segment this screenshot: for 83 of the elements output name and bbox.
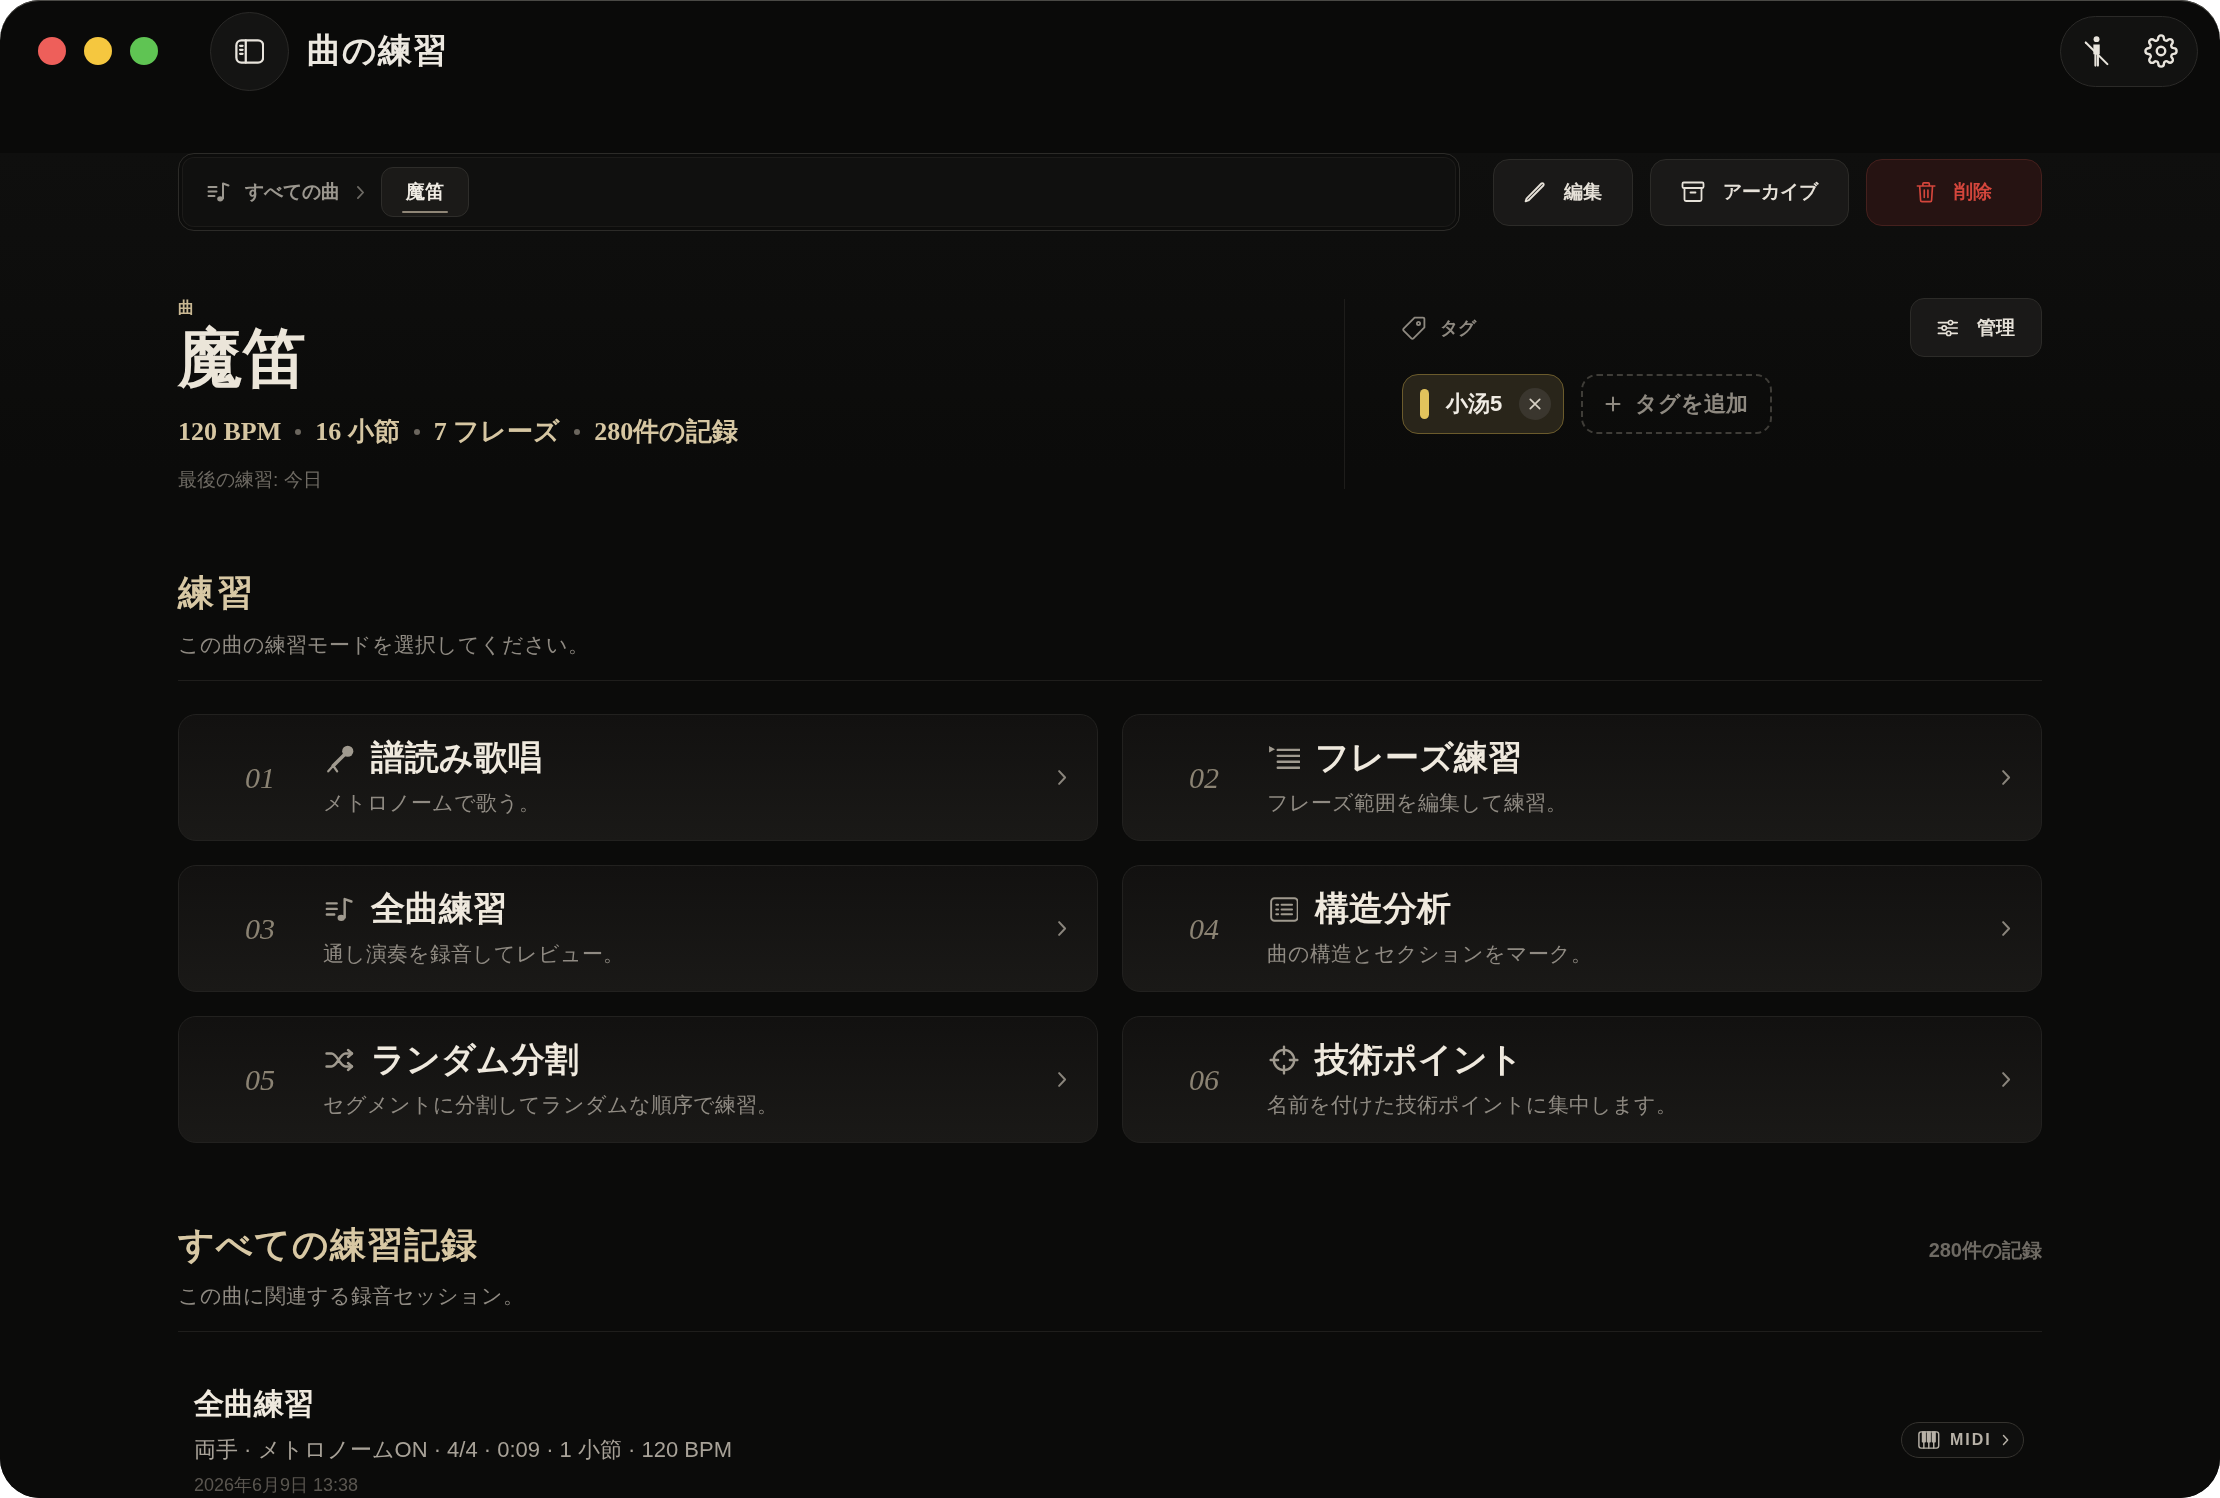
chevron-right-icon [2000,920,2011,937]
close-icon [1529,398,1542,410]
music-list-icon [207,181,231,203]
chevron-right-icon [356,184,365,200]
mode-title: フレーズ練習 [1315,738,1522,778]
practice-mode-card[interactable]: 05 ランダム分割 セグメントに分割してランダムな順序で練習。 [178,1016,1098,1143]
chevron-right-icon [2000,769,2011,786]
window-zoom-button[interactable] [130,37,158,65]
list-icon [1267,745,1301,771]
mode-description: セグメントに分割してランダムな順序で練習。 [323,1092,778,1118]
delete-button[interactable]: 削除 [1866,158,2042,226]
archive-button[interactable]: アーカイブ [1650,158,1849,226]
practice-mode-card[interactable]: 04 構造分析 曲の構造とセクションをマーク。 [1122,865,2042,992]
mode-number: 05 [245,1062,276,1097]
practice-mode-card[interactable]: 03 全曲練習 通し演奏を録音してレビュー。 [178,865,1098,992]
mode-title: ランダム分割 [371,1040,579,1080]
remove-tag-button[interactable] [1519,388,1552,420]
tag-label: 小汤5 [1446,390,1503,418]
session-details: 両手 · メトロノームON · 4/4 · 0:09 · 1 小節 · 120 BPM [194,1436,732,1464]
section-subtitle: この曲に関連する録音セッション。 [178,1283,524,1309]
separator-dot-icon [413,429,420,435]
edit-button[interactable]: 編集 [1493,158,1633,226]
mode-description: フレーズ範囲を編集して練習。 [1267,790,1567,816]
mode-title: 譜読み歌唱 [371,738,542,778]
add-tag-button[interactable]: タグを追加 [1581,374,1773,434]
chevron-right-icon [2001,1433,2009,1446]
manage-tags-button[interactable]: 管理 [1910,298,2042,357]
separator-dot-icon [295,429,302,435]
mode-number: 01 [245,760,276,795]
mode-description: 通し演奏を録音してレビュー。 [323,941,624,967]
plus-icon [1605,396,1622,412]
breadcrumb-item[interactable]: 魔笛 [381,167,469,217]
section-subtitle: この曲の練習モードを選択してください。 [178,632,589,658]
practice-mode-card[interactable]: 02 フレーズ練習 フレーズ範囲を編集して練習。 [1122,714,2042,841]
song-stat: 16 小節 [315,416,400,448]
settings-icon [2144,34,2178,68]
chevron-right-icon [1056,1071,1067,1088]
mode-title: 全曲練習 [371,889,507,929]
mode-title: 構造分析 [1315,889,1451,929]
trash-icon [1915,181,1937,203]
archive-box-icon [1681,181,1705,203]
session-title: 全曲練習 [194,1386,314,1422]
music-list-icon [325,895,355,923]
mode-description: 名前を付けた技術ポイントに集中します。 [1267,1092,1677,1118]
sliders-icon [1937,318,1959,337]
song-stat: 7 フレーズ [433,416,561,448]
song-title: 魔笛 [178,322,306,396]
song-stat: 120 BPM [178,416,282,448]
crosshair-icon [1269,1045,1299,1075]
midi-button[interactable]: MIDI [1901,1421,2024,1458]
chevron-right-icon [1056,920,1067,937]
person-slash-icon [2084,35,2110,67]
practice-mode-card[interactable]: 01 譜読み歌唱 メトロノームで歌う。 [178,714,1098,841]
section-heading: すべての練習記録 [178,1224,478,1267]
separator-dot-icon [574,429,581,435]
mode-number: 06 [1189,1062,1220,1097]
breadcrumb-item[interactable]: すべての曲 [207,167,340,217]
mode-title: 技術ポイント [1315,1040,1523,1080]
mode-number: 02 [1189,760,1220,795]
section-heading: 練習 [178,572,256,615]
practice-mode-card[interactable]: 06 技術ポイント 名前を付けた技術ポイントに集中します。 [1122,1016,2042,1143]
song-stat: 280件の記録 [594,416,739,448]
microphone-icon [325,743,355,773]
last-practice-text: 最後の練習: 今日 [178,468,322,492]
sidebar-icon [234,38,265,64]
tags-label: タグ [1440,316,1476,340]
window-minimize-button[interactable] [84,37,112,65]
tag-icon [1402,315,1426,340]
session-date: 2026年6月9日 13:38 [194,1475,359,1495]
pencil-icon [1524,181,1546,203]
piano-icon [1918,1430,1941,1449]
mode-number: 03 [245,911,276,946]
mode-description: メトロノームで歌う。 [323,790,540,816]
record-count: 280件の記録 [1928,1238,2042,1263]
section-label: 曲 [178,298,194,318]
mode-description: 曲の構造とセクションをマーク。 [1267,941,1592,967]
window-title: 曲の練習 [307,30,448,71]
text-box-icon [1269,896,1299,922]
window-close-button[interactable] [38,37,66,65]
chevron-right-icon [2000,1071,2011,1088]
shuffle-icon [325,1048,355,1072]
chevron-right-icon [1056,769,1067,786]
mode-number: 04 [1189,911,1220,946]
